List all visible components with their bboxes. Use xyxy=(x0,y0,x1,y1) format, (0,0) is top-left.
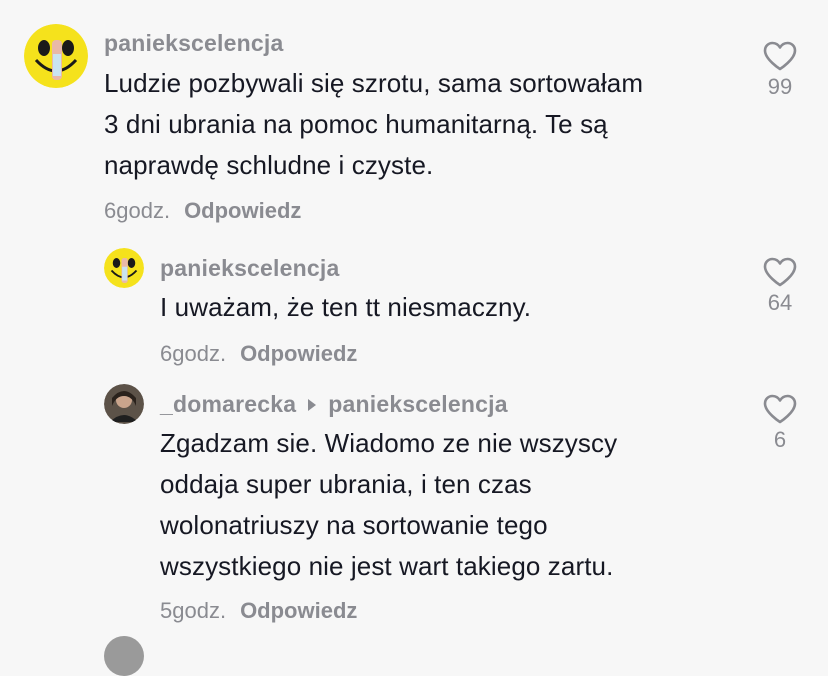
comment-text-line: 3 dni ubrania na pomoc humanitarną. Te s… xyxy=(104,109,608,139)
reply-button[interactable]: Odpowiedz xyxy=(240,598,357,623)
comment-text-line: I uważam, że ten tt niesmaczny. xyxy=(160,292,532,322)
comment-username[interactable]: _domarecka paniekscelencja xyxy=(160,391,508,418)
comment-text-line: naprawdę schludne i czyste. xyxy=(104,150,434,180)
comment-text: I uważam, że ten tt niesmaczny. xyxy=(160,287,740,328)
avatar[interactable] xyxy=(24,24,88,88)
heart-outline-icon xyxy=(763,41,797,71)
like-count: 64 xyxy=(767,290,793,315)
like-count: 99 xyxy=(767,74,793,99)
avatar[interactable] xyxy=(104,384,144,424)
like-button[interactable]: 99 xyxy=(750,40,810,100)
comment-text-line: Ludzie pozbywali się szrotu, sama sortow… xyxy=(104,68,644,98)
comment-username[interactable]: paniekscelencja xyxy=(104,30,283,57)
like-button[interactable]: 64 xyxy=(750,256,810,316)
comment-time: 6godz. xyxy=(160,341,227,366)
comment-time: 5godz. xyxy=(160,598,227,623)
reply-button[interactable]: Odpowiedz xyxy=(184,198,301,223)
comment-text: Ludzie pozbywali się szrotu, sama sortow… xyxy=(104,63,744,186)
like-count: 6 xyxy=(773,427,787,452)
comment-text-line: Zgadzam sie. Wiadomo ze nie wszyscy xyxy=(160,428,618,458)
comment-meta: 6godz. Odpowiedz xyxy=(104,198,301,224)
comment-text-line: wolonatriuszy na sortowanie tego xyxy=(160,510,548,540)
comment-text-line: wszystkiego nie jest wart takiego zartu. xyxy=(160,551,614,581)
comment-username[interactable]: paniekscelencja xyxy=(160,255,339,282)
comment-meta: 5godz. Odpowiedz xyxy=(160,598,357,624)
like-button[interactable]: 6 xyxy=(750,393,810,453)
heart-outline-icon xyxy=(763,257,797,287)
profile-photo-icon xyxy=(104,384,144,424)
smiley-avatar-icon xyxy=(24,24,88,88)
comment-text: Zgadzam sie. Wiadomo ze nie wszyscy odda… xyxy=(160,423,760,587)
avatar[interactable] xyxy=(104,248,144,288)
triangle-right-icon xyxy=(308,398,317,411)
comment-time: 6godz. xyxy=(104,198,171,223)
avatar[interactable] xyxy=(104,636,144,676)
comment-author[interactable]: _domarecka xyxy=(160,391,296,417)
smiley-avatar-icon xyxy=(104,248,144,288)
comment-meta: 6godz. Odpowiedz xyxy=(160,341,357,367)
comment-text-line: oddaja super ubrania, i ten czas xyxy=(160,469,532,499)
heart-outline-icon xyxy=(763,394,797,424)
reply-to-username[interactable]: paniekscelencja xyxy=(328,391,507,417)
reply-button[interactable]: Odpowiedz xyxy=(240,341,357,366)
